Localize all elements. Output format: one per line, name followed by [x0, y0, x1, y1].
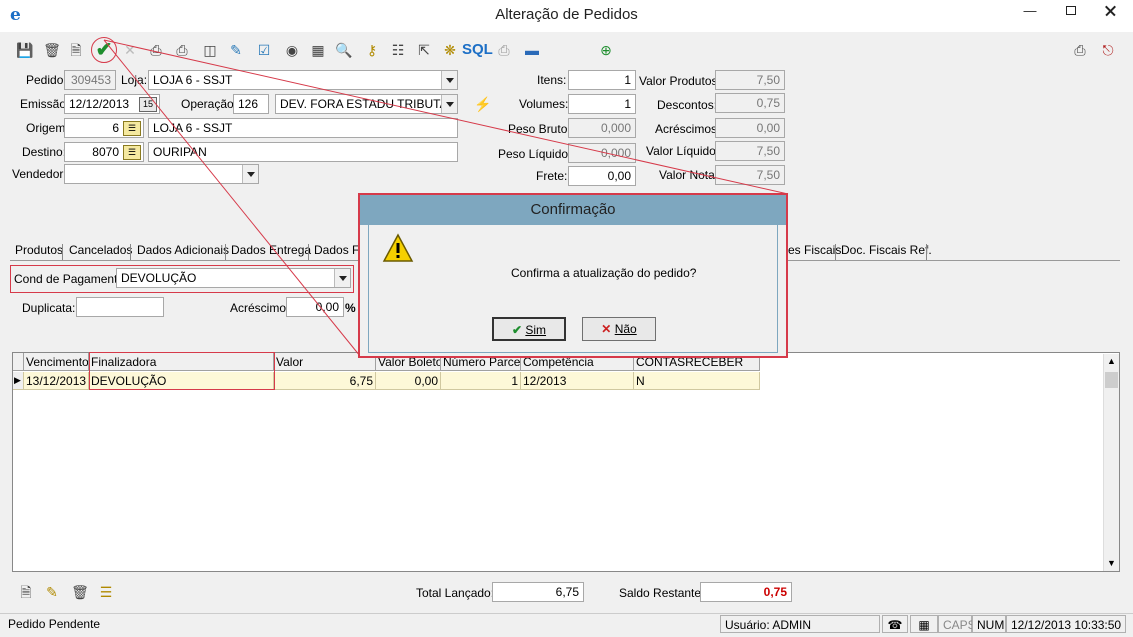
- annotation-line: [103, 39, 361, 357]
- no-button[interactable]: ✕ Não: [582, 317, 656, 341]
- dialog-message: Confirma a atualização do pedido?: [511, 266, 697, 280]
- yes-button[interactable]: ✔ Sim: [492, 317, 566, 341]
- x-icon: ✕: [601, 322, 612, 336]
- warning-icon: [382, 233, 414, 262]
- confirm-highlight: [91, 37, 117, 63]
- annotation-line: [103, 39, 789, 195]
- dialog-body: [368, 225, 778, 353]
- check-icon: ✔: [511, 323, 523, 337]
- dialog-title: Confirmação: [360, 195, 786, 225]
